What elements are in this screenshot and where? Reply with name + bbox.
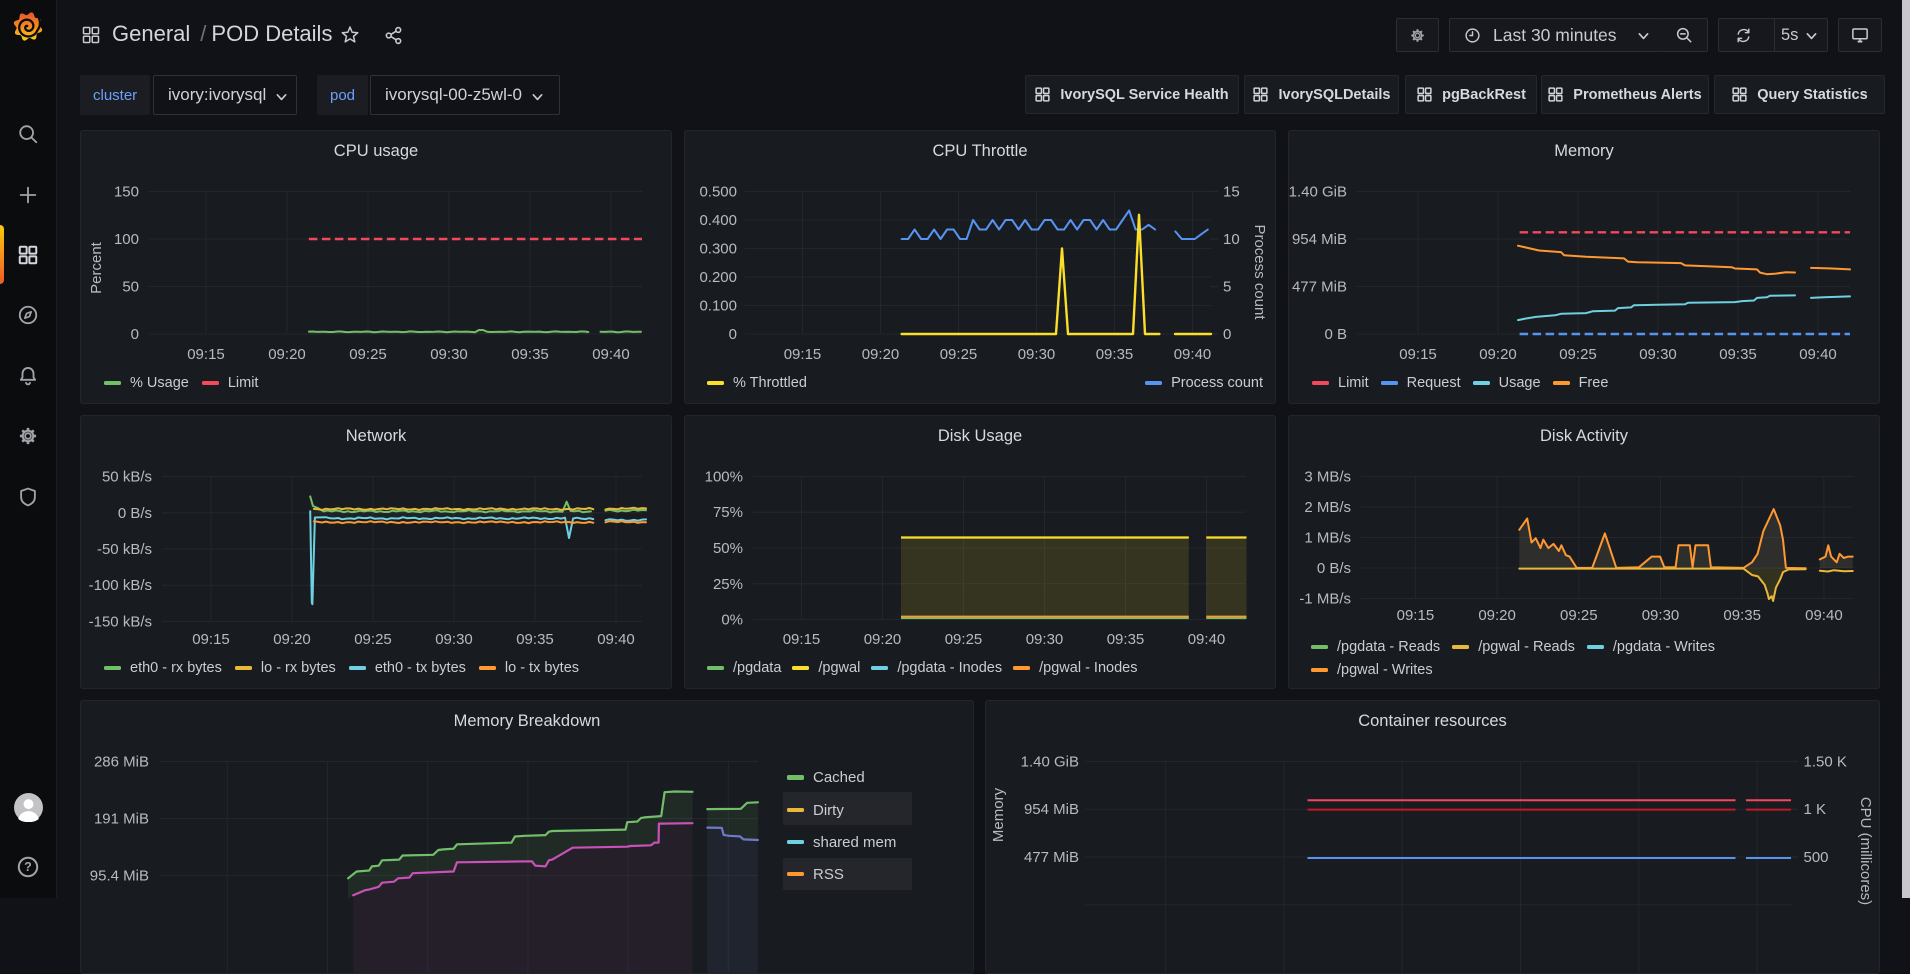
svg-text:09:35: 09:35	[511, 346, 549, 363]
svg-text:CPU (millicores): CPU (millicores)	[1857, 797, 1874, 905]
svg-text:09:20: 09:20	[1479, 346, 1517, 363]
svg-text:09:20: 09:20	[864, 631, 902, 648]
svg-text:0: 0	[729, 326, 737, 343]
svg-text:09:15: 09:15	[783, 631, 821, 648]
svg-text:09:35: 09:35	[1719, 346, 1757, 363]
svg-text:09:30: 09:30	[435, 631, 473, 648]
svg-text:09:35: 09:35	[1096, 346, 1134, 363]
svg-text:09:20: 09:20	[268, 346, 306, 363]
svg-text:954 MiB: 954 MiB	[1292, 231, 1347, 248]
svg-text:5: 5	[1223, 279, 1231, 296]
svg-text:25%: 25%	[713, 576, 743, 593]
svg-text:09:30: 09:30	[1642, 607, 1680, 624]
svg-text:0 B/s: 0 B/s	[118, 505, 152, 522]
svg-text:09:40: 09:40	[592, 346, 630, 363]
svg-text:2 MB/s: 2 MB/s	[1304, 499, 1351, 516]
svg-text:100: 100	[114, 231, 139, 248]
svg-text:15: 15	[1223, 184, 1240, 201]
svg-text:1.40 GiB: 1.40 GiB	[1021, 754, 1079, 771]
svg-text:500: 500	[1804, 849, 1829, 866]
svg-text:09:15: 09:15	[187, 346, 225, 363]
svg-text:286 MiB: 286 MiB	[94, 754, 149, 771]
svg-text:09:40: 09:40	[1805, 607, 1843, 624]
svg-text:09:30: 09:30	[430, 346, 468, 363]
svg-text:Percent: Percent	[88, 241, 105, 294]
svg-text:09:25: 09:25	[349, 346, 387, 363]
svg-text:09:15: 09:15	[1397, 607, 1435, 624]
svg-text:75%: 75%	[713, 504, 743, 521]
svg-text:150: 150	[114, 184, 139, 201]
svg-text:-50 kB/s: -50 kB/s	[97, 541, 152, 558]
svg-text:Process count: Process count	[1251, 224, 1268, 320]
svg-text:0.100: 0.100	[699, 298, 737, 315]
svg-text:09:15: 09:15	[192, 631, 230, 648]
svg-text:1 MB/s: 1 MB/s	[1304, 530, 1351, 547]
svg-text:09:40: 09:40	[1188, 631, 1226, 648]
svg-text:09:20: 09:20	[273, 631, 311, 648]
svg-text:95.4 MiB: 95.4 MiB	[90, 868, 149, 885]
svg-text:?: ?	[24, 860, 32, 874]
svg-text:09:25: 09:25	[354, 631, 392, 648]
svg-text:09:25: 09:25	[945, 631, 983, 648]
svg-text:0 B/s: 0 B/s	[1317, 560, 1351, 577]
svg-text:0%: 0%	[721, 612, 743, 629]
svg-text:0: 0	[1223, 326, 1231, 343]
svg-text:1.40 GiB: 1.40 GiB	[1289, 184, 1347, 201]
svg-text:50 kB/s: 50 kB/s	[102, 469, 152, 486]
svg-text:Memory: Memory	[990, 787, 1007, 842]
svg-text:09:35: 09:35	[516, 631, 554, 648]
svg-text:09:40: 09:40	[597, 631, 635, 648]
svg-text:0.400: 0.400	[699, 212, 737, 229]
svg-text:0.300: 0.300	[699, 241, 737, 258]
svg-text:09:30: 09:30	[1026, 631, 1064, 648]
svg-text:10: 10	[1223, 231, 1240, 248]
svg-text:09:40: 09:40	[1799, 346, 1837, 363]
svg-text:477 MiB: 477 MiB	[1024, 849, 1079, 866]
svg-text:09:20: 09:20	[1478, 607, 1516, 624]
svg-text:0: 0	[131, 326, 139, 343]
svg-text:-150 kB/s: -150 kB/s	[89, 614, 152, 631]
svg-text:09:15: 09:15	[1399, 346, 1437, 363]
svg-text:09:35: 09:35	[1723, 607, 1761, 624]
svg-text:50: 50	[122, 279, 139, 296]
svg-text:09:40: 09:40	[1174, 346, 1212, 363]
svg-text:0 B: 0 B	[1324, 326, 1347, 343]
svg-text:-100 kB/s: -100 kB/s	[89, 577, 152, 594]
svg-text:09:30: 09:30	[1018, 346, 1056, 363]
svg-text:09:25: 09:25	[940, 346, 978, 363]
svg-text:477 MiB: 477 MiB	[1292, 279, 1347, 296]
svg-text:0.500: 0.500	[699, 184, 737, 201]
svg-text:09:25: 09:25	[1559, 346, 1597, 363]
svg-text:1 K: 1 K	[1804, 801, 1827, 818]
svg-text:09:20: 09:20	[862, 346, 900, 363]
svg-text:09:25: 09:25	[1560, 607, 1598, 624]
svg-text:09:30: 09:30	[1639, 346, 1677, 363]
svg-text:09:35: 09:35	[1107, 631, 1145, 648]
svg-text:954 MiB: 954 MiB	[1024, 801, 1079, 818]
svg-text:191 MiB: 191 MiB	[94, 811, 149, 828]
svg-text:-1 MB/s: -1 MB/s	[1299, 591, 1351, 608]
svg-text:3 MB/s: 3 MB/s	[1304, 469, 1351, 486]
svg-text:09:15: 09:15	[784, 346, 822, 363]
svg-text:0.200: 0.200	[699, 269, 737, 286]
svg-text:100%: 100%	[705, 469, 743, 486]
svg-text:1.50 K: 1.50 K	[1804, 754, 1847, 771]
svg-text:50%: 50%	[713, 540, 743, 557]
